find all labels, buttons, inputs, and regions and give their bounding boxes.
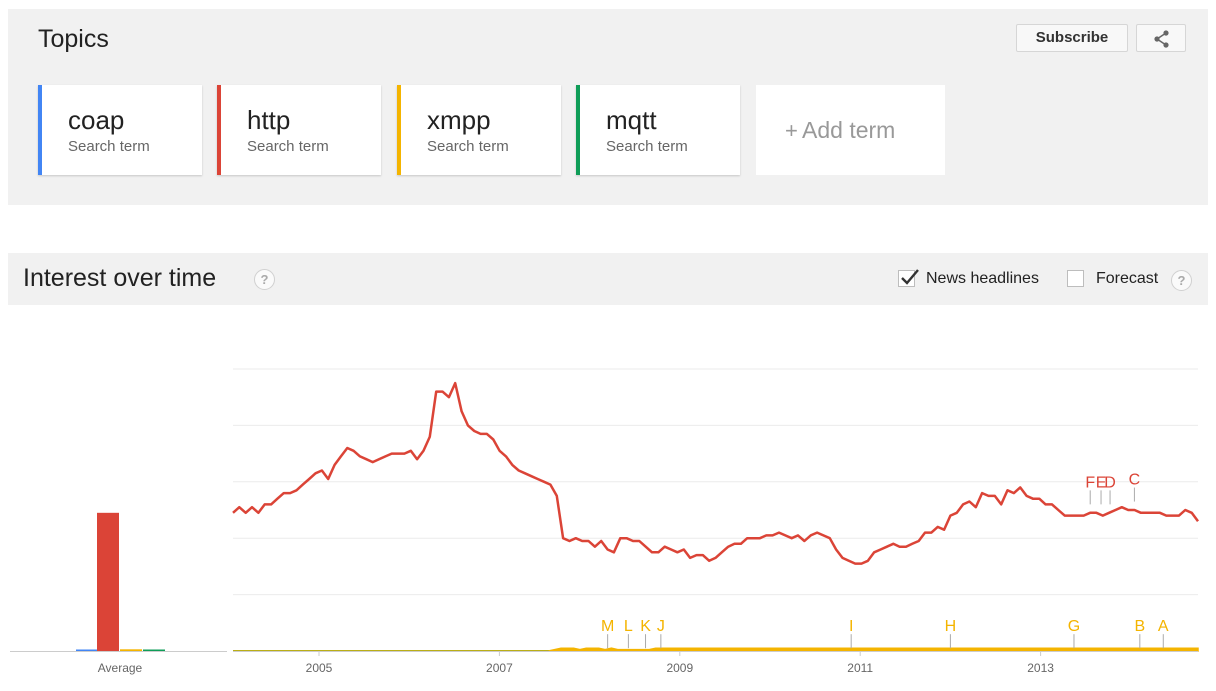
term-type: Search term [247, 138, 329, 155]
x-tick-label: 2009 [666, 661, 693, 675]
average-bar-xmpp [120, 649, 142, 651]
term-name: mqtt [606, 105, 657, 135]
interest-chart: F ED CM L K J I H G B A 2005 2007 2009 2011 2013Averag… [10, 368, 1200, 675]
x-tick-label: 2007 [486, 661, 513, 675]
x-axis: 2005 2007 2009 2011 2013 Average [10, 651, 1198, 675]
term-type: Search term [606, 138, 688, 155]
topics-panel: Topics Subscribe coap Search term http S… [8, 9, 1208, 205]
annotation-label-M: M [601, 618, 614, 635]
annotation-label-D: D [1104, 474, 1116, 491]
forecast-help-icon[interactable]: ? [1171, 270, 1192, 291]
series-lines [232, 381, 1200, 652]
average-bar-mqtt [143, 649, 165, 651]
x-tick-label: 2005 [306, 661, 333, 675]
annotation-label-F: F [1085, 474, 1095, 491]
plus-icon: + [785, 118, 798, 143]
interest-title: Interest over time [23, 264, 217, 292]
average-label: Average [98, 661, 143, 675]
term-name: xmpp [427, 105, 491, 135]
help-icon[interactable]: ? [254, 269, 275, 290]
forecast-label: Forecast [1096, 270, 1159, 287]
annotation-label-C: C [1129, 472, 1141, 489]
annotation-label-L: L [624, 618, 633, 635]
term-card-coap[interactable]: coap Search term [38, 85, 202, 175]
forecast-checkbox[interactable] [1067, 270, 1084, 287]
news-headlines-checkbox[interactable] [898, 269, 919, 287]
term-name: coap [68, 105, 125, 135]
news-annotations: F ED CM L K J I H G B A [601, 472, 1169, 649]
grid-lines [233, 368, 1198, 596]
series-line-http [232, 381, 1200, 565]
term-card-mqtt[interactable]: mqtt Search term [576, 85, 740, 175]
term-name: http [247, 105, 291, 135]
annotation-label-H: H [945, 618, 957, 635]
annotation-label-B: B [1134, 618, 1145, 635]
term-card-http[interactable]: http Search term [217, 85, 381, 175]
average-bars [76, 512, 165, 651]
topics-title: Topics [38, 25, 109, 53]
annotation-label-I: I [849, 618, 853, 635]
add-term-label: Add term [802, 117, 896, 143]
interest-header: Interest over time ? News headlines Fore… [8, 253, 1208, 305]
annotation-label-J: J [657, 618, 665, 635]
term-color-bar [397, 85, 401, 175]
series-area-xmpp [233, 647, 1199, 652]
x-tick-label: 2011 [847, 661, 873, 675]
average-bar-http [97, 512, 119, 651]
annotation-label-K: K [640, 618, 651, 635]
annotation-label-G: G [1068, 618, 1080, 635]
news-headlines-label: News headlines [926, 270, 1039, 287]
term-card-xmpp[interactable]: xmpp Search term [397, 85, 561, 175]
subscribe-button[interactable]: Subscribe [1016, 24, 1128, 52]
share-icon [1154, 30, 1169, 48]
term-color-bar [217, 85, 221, 175]
x-tick-label: 2013 [1027, 661, 1054, 675]
term-type: Search term [68, 138, 150, 155]
add-term-button[interactable]: + Add term [756, 85, 945, 175]
term-type: Search term [427, 138, 509, 155]
checkmark-icon [901, 269, 919, 285]
average-bar-coap [76, 649, 98, 651]
annotation-label-A: A [1158, 618, 1169, 635]
term-color-bar [576, 85, 580, 175]
term-color-bar [38, 85, 42, 175]
share-button[interactable] [1136, 24, 1186, 52]
